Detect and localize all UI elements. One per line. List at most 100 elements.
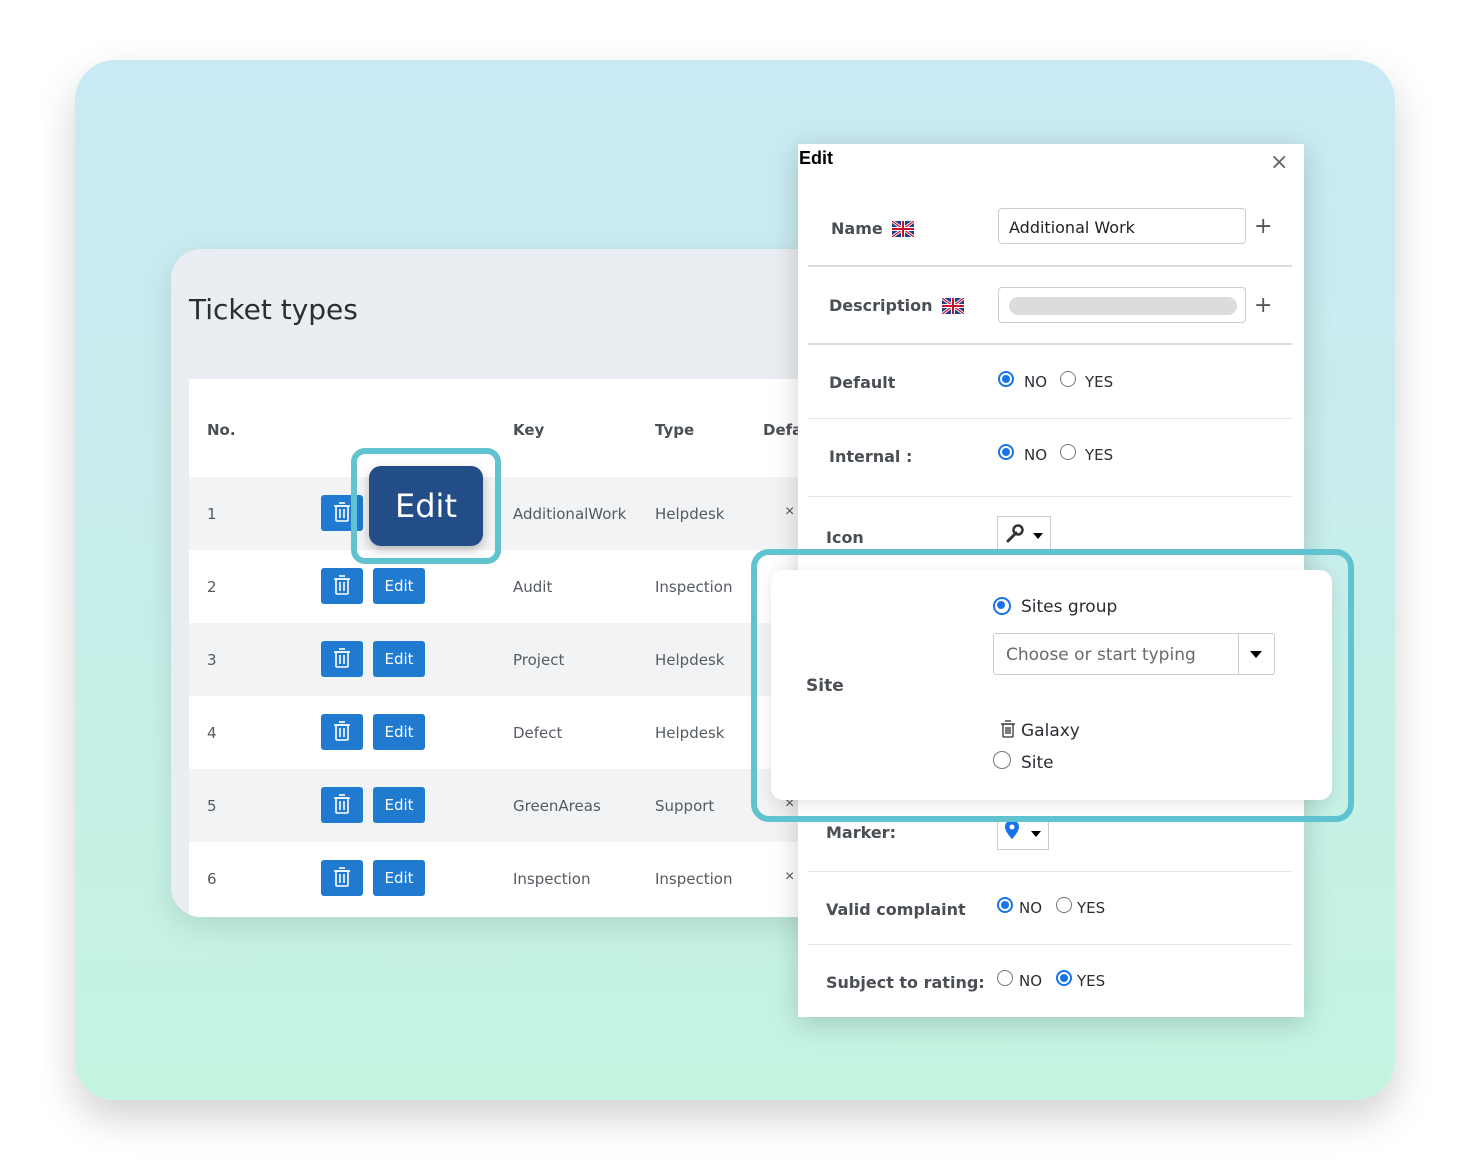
- sites-group-radio[interactable]: [993, 597, 1011, 615]
- internal-no-radio[interactable]: [998, 444, 1014, 460]
- description-input[interactable]: [998, 287, 1246, 323]
- select-divider: [1238, 634, 1239, 674]
- row-type: Support: [655, 797, 715, 815]
- uk-flag-icon: [892, 221, 915, 237]
- row-key: Project: [513, 651, 565, 669]
- trash-icon: [334, 721, 350, 741]
- edit-button[interactable]: Edit: [373, 860, 425, 896]
- valid-complaint-no-radio[interactable]: [997, 897, 1013, 913]
- delete-button[interactable]: [321, 641, 363, 677]
- trash-icon: [334, 648, 350, 668]
- edit-button[interactable]: Edit: [373, 568, 425, 604]
- site-panel: Site Sites group Choose or start typing …: [771, 570, 1332, 800]
- trash-icon: [334, 867, 350, 887]
- divider: [808, 496, 1292, 497]
- add-name-translation-button[interactable]: +: [1254, 214, 1272, 239]
- edit-button-highlighted[interactable]: Edit: [369, 466, 483, 546]
- delete-button[interactable]: [321, 787, 363, 823]
- rating-yes-radio[interactable]: [1056, 970, 1072, 986]
- row-type: Helpdesk: [655, 651, 725, 669]
- description-label-text: Description: [829, 296, 933, 315]
- trash-icon: [334, 794, 350, 814]
- row-number: 5: [207, 797, 217, 815]
- rating-no-radio[interactable]: [997, 970, 1013, 986]
- row-number: 2: [207, 578, 217, 596]
- subject-to-rating-label: Subject to rating:: [826, 973, 985, 992]
- modal-title: Edit: [799, 148, 833, 168]
- column-header-default[interactable]: Defa: [763, 421, 802, 439]
- internal-no-label: NO: [1024, 446, 1048, 464]
- valid-complaint-yes-label: YES: [1077, 899, 1106, 917]
- valid-complaint-no-label: NO: [1019, 899, 1043, 917]
- divider: [808, 418, 1292, 419]
- trash-icon: [334, 575, 350, 595]
- row-number: 3: [207, 651, 217, 669]
- default-no-radio[interactable]: [998, 371, 1014, 387]
- name-input[interactable]: Additional Work: [998, 208, 1246, 244]
- default-mark: ×: [785, 503, 795, 520]
- divider: [808, 944, 1292, 945]
- column-header-no[interactable]: No.: [207, 421, 236, 439]
- default-yes-label: YES: [1085, 373, 1114, 391]
- rating-no-label: NO: [1019, 972, 1043, 990]
- site-radio[interactable]: [993, 751, 1011, 769]
- chevron-down-icon[interactable]: [1250, 651, 1262, 658]
- page-title: Ticket types: [189, 293, 358, 326]
- row-type: Inspection: [655, 870, 733, 888]
- sites-group-select-placeholder: Choose or start typing: [1006, 645, 1196, 665]
- row-key: GreenAreas: [513, 797, 601, 815]
- row-key: AdditionalWork: [513, 505, 627, 523]
- default-yes-radio[interactable]: [1060, 371, 1076, 387]
- divider: [808, 343, 1292, 345]
- row-key: Defect: [513, 724, 563, 742]
- divider: [808, 871, 1292, 872]
- default-no-label: NO: [1024, 373, 1048, 391]
- row-number: 1: [207, 505, 217, 523]
- trash-icon[interactable]: [1000, 720, 1016, 738]
- map-pin-icon: [1005, 820, 1019, 839]
- row-key: Audit: [513, 578, 553, 596]
- chevron-down-icon: [1031, 831, 1041, 837]
- default-mark: ×: [785, 868, 795, 885]
- sites-group-select[interactable]: Choose or start typing: [993, 633, 1275, 675]
- add-description-translation-button[interactable]: +: [1254, 293, 1272, 318]
- rating-yes-label: YES: [1077, 972, 1106, 990]
- divider: [808, 265, 1292, 267]
- internal-label: Internal :: [829, 447, 913, 466]
- default-label: Default: [829, 373, 896, 392]
- site-label: Site: [806, 676, 844, 696]
- row-type: Helpdesk: [655, 724, 725, 742]
- description-label: Description: [829, 296, 965, 315]
- internal-yes-label: YES: [1085, 446, 1114, 464]
- row-number: 6: [207, 870, 217, 888]
- column-header-key[interactable]: Key: [513, 421, 544, 439]
- site-option-label: Site: [1021, 753, 1054, 773]
- row-number: 4: [207, 724, 217, 742]
- name-label: Name: [831, 219, 915, 238]
- chevron-down-icon: [1033, 533, 1043, 539]
- wrench-icon: [1006, 524, 1024, 543]
- edit-button[interactable]: Edit: [373, 641, 425, 677]
- internal-yes-radio[interactable]: [1060, 444, 1076, 460]
- delete-button[interactable]: [321, 714, 363, 750]
- edit-button[interactable]: Edit: [373, 787, 425, 823]
- valid-complaint-label: Valid complaint: [826, 900, 966, 919]
- icon-picker[interactable]: [997, 516, 1051, 550]
- row-type: Inspection: [655, 578, 733, 596]
- uk-flag-icon: [942, 298, 965, 314]
- delete-button[interactable]: [321, 568, 363, 604]
- icon-label: Icon: [826, 528, 864, 547]
- sites-group-label: Sites group: [1021, 597, 1118, 617]
- close-icon[interactable]: ×: [1270, 150, 1288, 175]
- valid-complaint-yes-radio[interactable]: [1056, 897, 1072, 913]
- description-redacted-value: [1009, 297, 1237, 315]
- selected-site-group: Galaxy: [1021, 721, 1080, 741]
- name-input-value: Additional Work: [1009, 218, 1135, 237]
- edit-button[interactable]: Edit: [373, 714, 425, 750]
- marker-label: Marker:: [826, 823, 896, 842]
- column-header-type[interactable]: Type: [655, 421, 694, 439]
- delete-button[interactable]: [321, 860, 363, 896]
- name-label-text: Name: [831, 219, 883, 238]
- row-type: Helpdesk: [655, 505, 725, 523]
- row-key: Inspection: [513, 870, 591, 888]
